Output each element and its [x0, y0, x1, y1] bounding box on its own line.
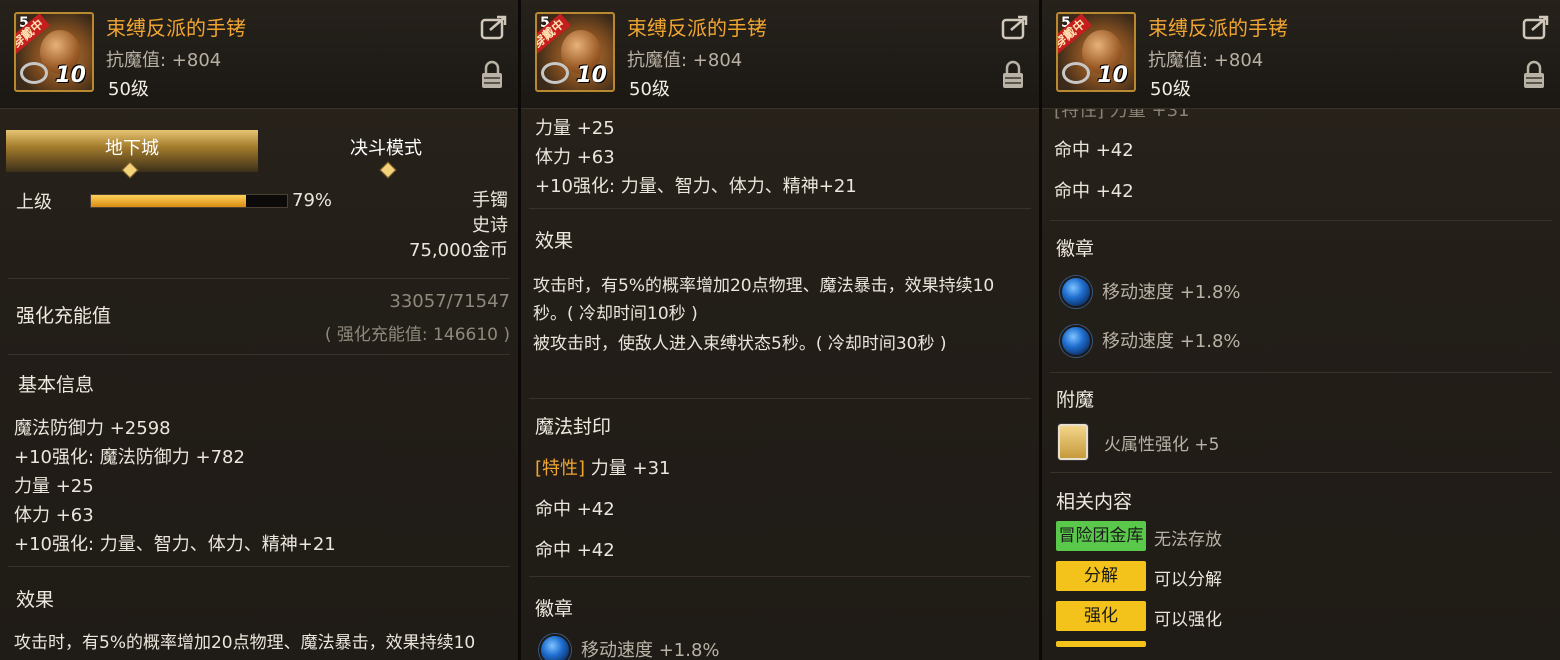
divider	[529, 208, 1031, 209]
divider	[8, 566, 510, 567]
emblem-orb-icon	[1060, 325, 1092, 357]
item-name: 束缚反派的手铐	[1148, 16, 1288, 40]
item-tooltip-panel-3: 5 穿戴中 10 束缚反派的手铐 抗魔值: +804 50级 [特性] 力量 +…	[1042, 0, 1560, 660]
emblem-orb-icon	[1060, 276, 1092, 308]
emblem-text: 移动速度 +1.8%	[1102, 282, 1241, 303]
item-tooltip-panel-1: 5 穿戴中 10 束缚反派的手铐 抗魔值: +804 50级 地下城 决斗模式 …	[0, 0, 518, 660]
effect-text: 攻击时，有5%的概率增加20点物理、魔法暴击，效果持续10	[14, 633, 476, 653]
tooltip-body[interactable]: 力量 +25 体力 +63 +10强化: 力量、智力、体力、精神+21 效果 攻…	[521, 108, 1039, 660]
share-icon[interactable]	[1522, 14, 1550, 40]
charge-total: ( 强化充能值: 146610 )	[324, 325, 510, 345]
divider	[1050, 220, 1552, 221]
reinforce-badge: 10	[55, 63, 86, 88]
charge-value: 33057/71547	[389, 291, 510, 312]
divider	[1050, 472, 1552, 473]
item-magic-resist: 抗魔值: +804	[627, 50, 743, 71]
grade-progress-fill	[91, 195, 246, 207]
item-header: 5 穿戴中 10 束缚反派的手铐 抗魔值: +804 50级	[521, 0, 1039, 109]
item-slot: 手镯	[472, 190, 508, 211]
tooltip-body[interactable]: [特性] 力量 +31 命中 +42 命中 +42 徽章 移动速度 +1.8% …	[1042, 100, 1560, 660]
related-title: 相关内容	[1056, 491, 1133, 513]
item-header: 5 穿戴中 10 束缚反派的手铐 抗魔值: +804 50级	[0, 0, 518, 109]
divider	[8, 278, 510, 279]
seal-line: 命中 +42	[535, 540, 615, 561]
item-magic-resist: 抗魔值: +804	[106, 50, 222, 71]
divider	[1050, 372, 1552, 373]
chain-icon	[541, 62, 569, 84]
item-price: 75,000金币	[409, 240, 508, 261]
stat-line-reinforce: +10强化: 魔法防御力 +782	[14, 447, 245, 468]
item-icon: 5 穿戴中 10	[1056, 12, 1136, 92]
chain-icon	[20, 62, 48, 84]
item-level: 50级	[108, 79, 149, 100]
item-level: 50级	[1150, 79, 1191, 100]
emblem-text: 移动速度 +1.8%	[1102, 331, 1241, 352]
item-level: 50级	[629, 79, 670, 100]
reinforce-badge: 10	[1097, 63, 1128, 88]
related-status: 可以分解	[1154, 570, 1222, 590]
item-tooltip-panel-2: 5 穿戴中 10 束缚反派的手铐 抗魔值: +804 50级 力量 +25 体力…	[521, 0, 1039, 660]
share-icon[interactable]	[1001, 14, 1029, 40]
effect-text: 被攻击时，使敌人进入束缚状态5秒。( 冷却时间30秒 )	[533, 334, 947, 354]
lock-icon[interactable]	[1001, 60, 1025, 90]
tag-disassemble[interactable]: 分解	[1056, 561, 1146, 591]
stat-line: 魔法防御力 +2598	[14, 418, 171, 439]
tag-reinforce[interactable]: 强化	[1056, 601, 1146, 631]
seal-line: 命中 +42	[1054, 181, 1134, 202]
effect-text: 攻击时，有5%的概率增加20点物理、魔法暴击，效果持续10	[533, 276, 995, 296]
item-name: 束缚反派的手铐	[106, 16, 246, 40]
lock-icon[interactable]	[480, 60, 504, 90]
lock-icon[interactable]	[1522, 60, 1546, 90]
related-status: 可以强化	[1154, 610, 1222, 630]
seal-trait-line: [特性] 力量 +31	[535, 454, 670, 480]
item-magic-resist: 抗魔值: +804	[1148, 50, 1264, 71]
seal-trait-text: 力量 +31	[585, 458, 671, 479]
seal-line: 命中 +42	[535, 499, 615, 520]
emblem-title: 徽章	[1056, 238, 1095, 260]
divider	[8, 354, 510, 355]
stat-line-reinforce: +10强化: 力量、智力、体力、精神+21	[14, 534, 336, 555]
divider	[529, 576, 1031, 577]
seal-line: 命中 +42	[1054, 140, 1134, 161]
item-rarity: 史诗	[472, 215, 508, 236]
effect-title: 效果	[16, 589, 55, 611]
seal-trait-prefix: [特性]	[535, 458, 586, 479]
mode-tabs: 地下城 决斗模式	[6, 130, 512, 179]
effect-text: 秒。( 冷却时间10秒 )	[533, 304, 698, 324]
tooltip-body[interactable]: 地下城 决斗模式 上级 79% 手镯 史诗 75,000金币 强化充能值 330…	[0, 108, 518, 660]
stat-line: 体力 +63	[14, 505, 94, 526]
reinforce-badge: 10	[576, 63, 607, 88]
stat-line-reinforce: +10强化: 力量、智力、体力、精神+21	[535, 176, 857, 197]
emblem-text: 移动速度 +1.8%	[581, 640, 720, 660]
item-header: 5 穿戴中 10 束缚反派的手铐 抗魔值: +804 50级	[1042, 0, 1560, 109]
related-status: 无法存放	[1154, 530, 1222, 550]
grade-label: 上级	[16, 192, 52, 213]
stat-line: 力量 +25	[535, 118, 615, 139]
share-icon[interactable]	[480, 14, 508, 40]
enchant-text: 火属性强化 +5	[1104, 435, 1220, 455]
grade-progress-bar	[90, 194, 288, 208]
enchant-title: 附魔	[1056, 389, 1095, 411]
tag-next-cut	[1056, 641, 1146, 647]
item-icon: 5 穿戴中 10	[535, 12, 615, 92]
divider	[529, 398, 1031, 399]
emblem-orb-icon	[539, 634, 571, 660]
chain-icon	[1062, 62, 1090, 84]
basic-info-title: 基本信息	[18, 374, 95, 396]
grade-percent: 79%	[292, 190, 333, 211]
item-name: 束缚反派的手铐	[627, 16, 767, 40]
item-icon: 5 穿戴中 10	[14, 12, 94, 92]
effect-title: 效果	[535, 230, 574, 252]
enchant-card-icon	[1058, 424, 1088, 460]
stat-line: 力量 +25	[14, 476, 94, 497]
charge-label: 强化充能值	[16, 305, 112, 327]
emblem-title: 徽章	[535, 598, 574, 620]
stat-line: 体力 +63	[535, 147, 615, 168]
tag-account-storage[interactable]: 冒险团金库	[1056, 521, 1146, 551]
magic-seal-title: 魔法封印	[535, 416, 612, 438]
